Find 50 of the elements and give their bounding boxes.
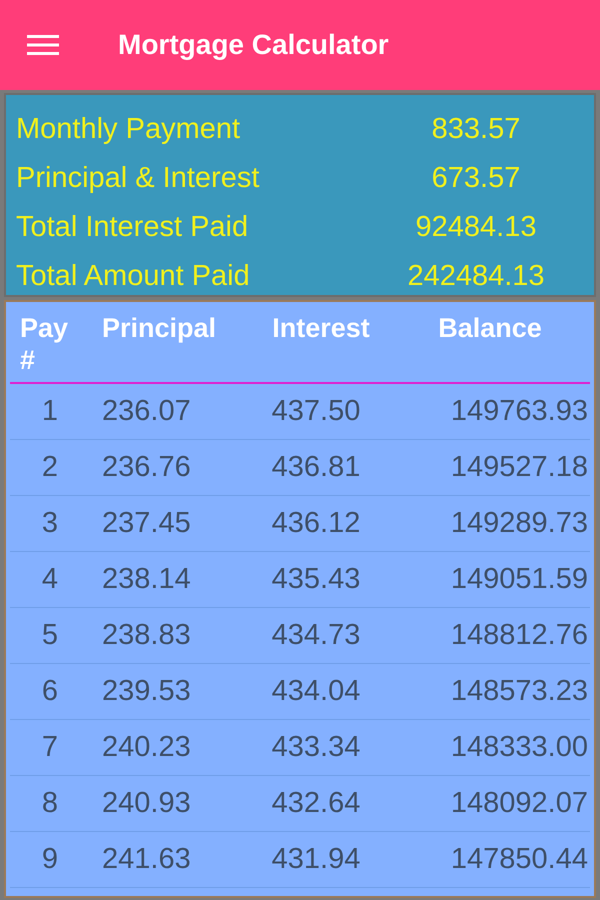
summary-label: Total Amount Paid xyxy=(15,258,251,294)
column-header: Principal xyxy=(101,312,218,345)
table-cell-text: 236.07 xyxy=(101,394,192,429)
table-cell-text: 434.04 xyxy=(270,674,362,709)
table-cell-text: 3 xyxy=(40,506,60,541)
table-cell-text: 9 xyxy=(40,842,60,877)
table-cell-text: 148573.23 xyxy=(450,674,589,709)
table-cell-text: 236.76 xyxy=(101,450,192,485)
table-cell-text: 7 xyxy=(40,730,60,765)
table-cell-text: 5 xyxy=(40,618,60,653)
table-cell-text: 147850.44 xyxy=(450,842,589,877)
table-cell-text: 148333.00 xyxy=(450,730,589,765)
app-title: Mortgage Calculator xyxy=(118,28,389,62)
table-cell-text: 148092.07 xyxy=(450,786,589,821)
table-cell-text: 238.83 xyxy=(101,618,192,653)
table-cell-text: 434.73 xyxy=(270,618,362,653)
table-cell-text: 437.50 xyxy=(270,394,362,429)
table-cell-text: 433.34 xyxy=(270,730,362,765)
table-cell-text: 239.53 xyxy=(101,674,192,709)
table-cell-text: 436.12 xyxy=(270,506,362,541)
summary-label: Monthly Payment xyxy=(15,112,242,147)
table-cell-text: 149289.73 xyxy=(450,506,589,541)
table-cell-text: 237.45 xyxy=(101,506,192,541)
summary-value: 242484.13 xyxy=(406,258,546,294)
table-cell-text: 4 xyxy=(40,562,60,597)
table-cell-text: 148812.76 xyxy=(450,618,589,653)
table-cell-text: 240.23 xyxy=(101,730,192,765)
menu-icon xyxy=(27,34,59,56)
summary-value: 673.57 xyxy=(430,160,522,196)
table-cell-text: 149051.59 xyxy=(450,562,589,597)
table-cell-text: 240.93 xyxy=(101,786,192,821)
summary-label: Total Interest Paid xyxy=(15,210,250,245)
table-cell-text: 2 xyxy=(40,450,60,485)
table-cell-text: 436.81 xyxy=(270,450,362,485)
table-cell-text: 149527.18 xyxy=(450,450,589,485)
table-cell-text: 238.14 xyxy=(101,562,192,597)
table-cell-text: 8 xyxy=(40,786,60,821)
summary-value: 92484.13 xyxy=(414,210,538,245)
table-cell-text: 435.43 xyxy=(270,562,362,597)
summary-value: 833.57 xyxy=(430,112,522,147)
column-header: Balance xyxy=(437,312,543,345)
summary-label: Principal & Interest xyxy=(15,160,260,196)
table-cell-text: 431.94 xyxy=(270,842,362,877)
table-cell-text: 1 xyxy=(40,394,60,429)
table-cell-text: 6 xyxy=(40,674,60,709)
table-cell-text: 432.64 xyxy=(270,786,362,821)
column-header: Interest xyxy=(271,312,371,345)
column-header: Pay # xyxy=(19,312,70,377)
table-cell-text: 241.63 xyxy=(101,842,192,877)
table-cell-text: 149763.93 xyxy=(450,394,589,429)
